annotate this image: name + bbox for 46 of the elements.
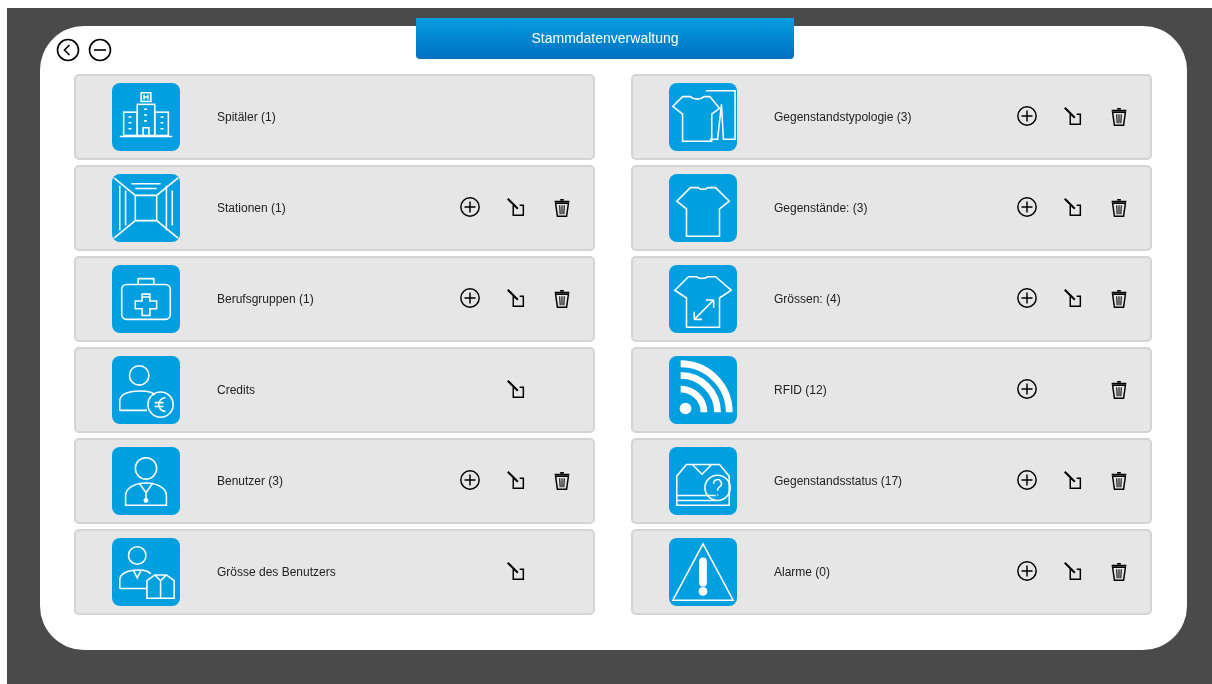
add-button[interactable] — [459, 196, 481, 218]
category-label: Benutzer (3) — [217, 473, 285, 490]
add-button[interactable] — [1016, 287, 1038, 309]
person-stethoscope-icon[interactable] — [112, 447, 180, 515]
add-button[interactable] — [1016, 378, 1038, 400]
add-button[interactable] — [1016, 469, 1038, 491]
edit-button[interactable] — [505, 378, 527, 400]
edit-button[interactable] — [505, 287, 527, 309]
category-label: RFID (12) — [774, 382, 828, 399]
back-button[interactable] — [56, 38, 80, 62]
category-label: Stationen (1) — [217, 200, 287, 217]
page-title: Stammdatenverwaltung — [416, 18, 794, 59]
warning-icon[interactable] — [669, 538, 737, 606]
add-button[interactable] — [459, 469, 481, 491]
tshirt-icon[interactable] — [669, 174, 737, 242]
category-label: Gegenstandstypologie (3) — [774, 109, 913, 126]
edit-button[interactable] — [1062, 469, 1084, 491]
edit-button[interactable] — [1062, 560, 1084, 582]
category-label: Credits — [217, 382, 256, 399]
clothes-icon[interactable] — [669, 83, 737, 151]
signal-waves-icon[interactable] — [669, 356, 737, 424]
add-button[interactable] — [459, 287, 481, 309]
add-button[interactable] — [1016, 560, 1038, 582]
category-label: Berufsgruppen (1) — [217, 291, 315, 308]
add-button[interactable] — [1016, 196, 1038, 218]
edit-button[interactable] — [505, 469, 527, 491]
edit-button[interactable] — [1062, 105, 1084, 127]
edit-button[interactable] — [505, 560, 527, 582]
corridor-icon[interactable] — [112, 174, 180, 242]
edit-button[interactable] — [505, 196, 527, 218]
hospital-icon[interactable] — [112, 83, 180, 151]
edit-button[interactable] — [1062, 196, 1084, 218]
category-label: Spitäler (1) — [217, 109, 277, 126]
person-euro-icon[interactable] — [112, 356, 180, 424]
add-button[interactable] — [1016, 105, 1038, 127]
edit-button[interactable] — [1062, 287, 1084, 309]
category-label: Grösse des Benutzers — [217, 564, 337, 581]
medical-kit-icon[interactable] — [112, 265, 180, 333]
tshirt-resize-icon[interactable] — [669, 265, 737, 333]
category-label: Gegenstände: (3) — [774, 200, 869, 217]
shirts-question-icon[interactable] — [669, 447, 737, 515]
minimize-button[interactable] — [88, 38, 112, 62]
person-shirt-icon[interactable] — [112, 538, 180, 606]
category-label: Gegenstandsstatus (17) — [774, 473, 904, 490]
category-label: Alarme (0) — [774, 564, 831, 581]
category-label: Grössen: (4) — [774, 291, 842, 308]
